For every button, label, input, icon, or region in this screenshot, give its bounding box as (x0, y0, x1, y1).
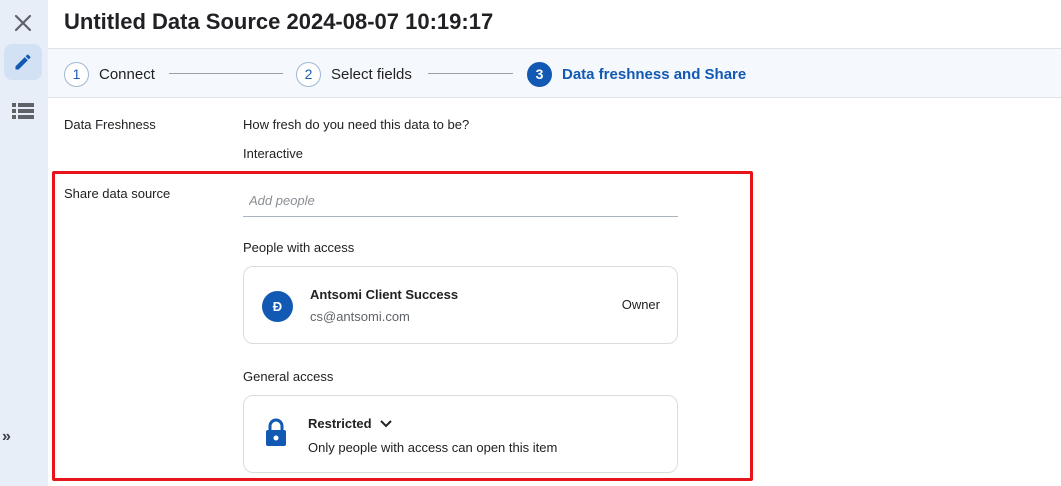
list-icon[interactable] (12, 102, 34, 125)
share-data-source-label: Share data source (64, 186, 171, 201)
pencil-icon (15, 54, 31, 70)
page-title: Untitled Data Source 2024-08-07 10:19:17 (64, 9, 494, 34)
access-level-dropdown[interactable]: Restricted (308, 416, 392, 431)
data-freshness-label: Data Freshness (64, 117, 156, 132)
people-with-access-heading: People with access (243, 240, 355, 255)
step-data-freshness-share[interactable]: 3 Data freshness and Share (527, 61, 746, 87)
stepper: 1 Connect 2 Select fields 3 Data freshne… (48, 48, 1061, 98)
chevron-down-icon (379, 419, 392, 427)
freshness-question: How fresh do you need this data to be? (243, 117, 470, 132)
person-role: Owner (621, 297, 660, 312)
step-number: 1 (64, 61, 89, 87)
person-name: Antsomi Client Success (310, 287, 459, 302)
access-description: Only people with access can open this it… (308, 440, 558, 455)
lock-icon (264, 418, 288, 453)
freshness-value[interactable]: Interactive (243, 146, 303, 161)
person-email: cs@antsomi.com (310, 309, 410, 324)
person-card: Đ Antsomi Client Success cs@antsomi.com … (243, 266, 678, 344)
step-number: 3 (527, 61, 552, 87)
step-number: 2 (296, 61, 321, 87)
edit-button[interactable] (4, 44, 42, 80)
step-connect[interactable]: 1 Connect (64, 61, 155, 87)
left-rail: » (0, 0, 48, 486)
general-access-heading: General access (243, 369, 334, 384)
step-select-fields[interactable]: 2 Select fields (296, 61, 412, 87)
step-label: Connect (99, 65, 155, 83)
expand-icon[interactable]: » (2, 428, 11, 446)
step-label: Data freshness and Share (562, 65, 747, 83)
step-connector (428, 73, 513, 74)
step-connector (169, 73, 283, 74)
access-level-label: Restricted (308, 416, 372, 431)
general-access-card: Restricted Only people with access can o… (243, 395, 678, 473)
close-icon[interactable] (11, 11, 35, 35)
add-people-input[interactable] (243, 184, 678, 217)
avatar: Đ (262, 291, 293, 322)
step-label: Select fields (331, 65, 412, 83)
